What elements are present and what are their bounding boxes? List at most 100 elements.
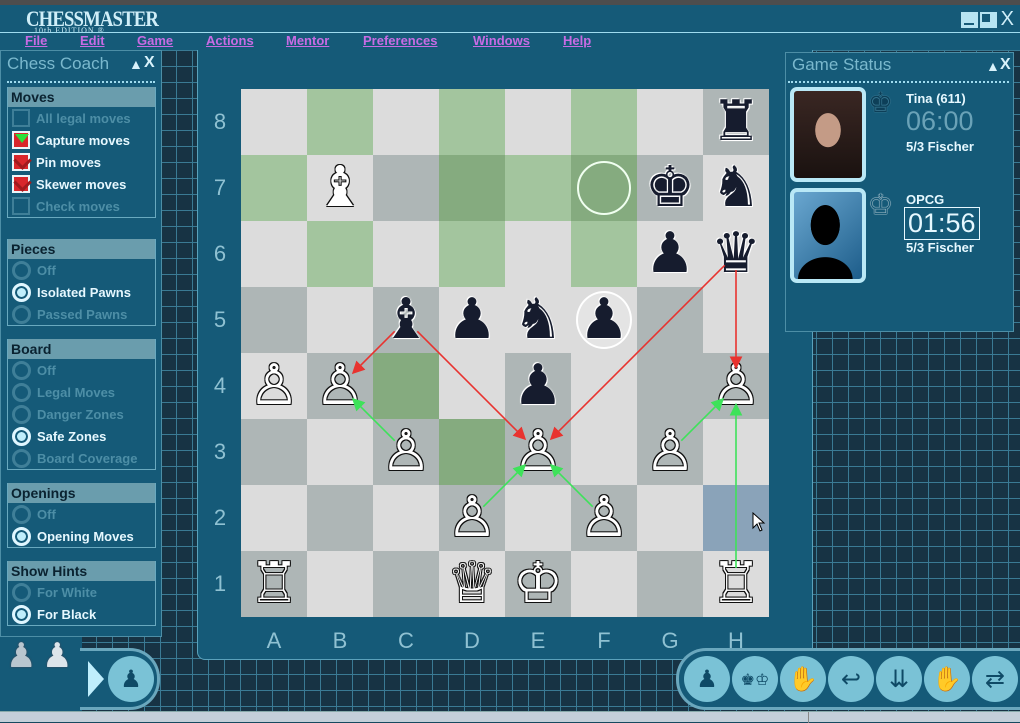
square-b2[interactable] [307, 485, 373, 551]
option-for-black[interactable]: For Black [8, 603, 155, 625]
radio[interactable] [12, 360, 31, 380]
radio[interactable] [12, 448, 31, 468]
white-piece-b4[interactable]: ♙ [307, 353, 373, 419]
black-piece-c5[interactable]: ♝ [373, 287, 439, 353]
black-piece-e5[interactable]: ♞ [505, 287, 571, 353]
take-back-all-button[interactable]: ⇊ [876, 656, 922, 702]
checkbox-checked[interactable] [12, 175, 30, 193]
option-isolated-pawns[interactable]: Isolated Pawns [8, 281, 155, 303]
radio-selected[interactable] [12, 426, 31, 446]
option-all-legal-moves[interactable]: All legal moves [8, 107, 155, 129]
white-piece-f2[interactable]: ♙ [571, 485, 637, 551]
menu-game[interactable]: Game [137, 33, 173, 48]
square-h5[interactable] [703, 287, 769, 353]
square-f6[interactable] [571, 221, 637, 287]
black-piece-h6[interactable]: ♛ [703, 221, 769, 287]
square-g5[interactable] [637, 287, 703, 353]
square-a7[interactable] [241, 155, 307, 221]
white-piece-e1[interactable]: ♔ [505, 551, 571, 617]
new-game-button[interactable]: ♟ [684, 656, 730, 702]
white-piece-a4[interactable]: ♙ [241, 353, 307, 419]
white-piece-c3[interactable]: ♙ [373, 419, 439, 485]
black-piece-h8[interactable]: ♜ [703, 89, 769, 155]
square-c7[interactable] [373, 155, 439, 221]
white-piece-d1[interactable]: ♕ [439, 551, 505, 617]
square-a8[interactable] [241, 89, 307, 155]
take-back-button[interactable]: ↩ [828, 656, 874, 702]
white-piece-b7[interactable]: ♝ [307, 155, 373, 221]
checkbox[interactable] [12, 197, 30, 215]
square-b3[interactable] [307, 419, 373, 485]
square-b5[interactable] [307, 287, 373, 353]
square-c8[interactable] [373, 89, 439, 155]
square-c6[interactable] [373, 221, 439, 287]
square-c4[interactable] [373, 353, 439, 419]
option-check-moves[interactable]: Check moves [8, 195, 155, 217]
square-a3[interactable] [241, 419, 307, 485]
black-piece-g7[interactable]: ♚ [637, 155, 703, 221]
square-c2[interactable] [373, 485, 439, 551]
option-pieces-off[interactable]: Off [8, 259, 155, 281]
square-d6[interactable] [439, 221, 505, 287]
checkbox[interactable] [12, 109, 30, 127]
option-opening-moves[interactable]: Opening Moves [8, 525, 155, 547]
square-b8[interactable] [307, 89, 373, 155]
radio[interactable] [12, 504, 31, 524]
black-piece-f5[interactable]: ♟ [571, 287, 637, 353]
expand-arrow-icon[interactable] [88, 661, 104, 697]
square-g8[interactable] [637, 89, 703, 155]
option-skewer-moves[interactable]: Skewer moves [8, 173, 155, 195]
white-piece-g3[interactable]: ♙ [637, 419, 703, 485]
black-piece-d5[interactable]: ♟ [439, 287, 505, 353]
stop-button[interactable]: ✋ [924, 656, 970, 702]
square-g4[interactable] [637, 353, 703, 419]
mentor-button[interactable]: ✋ [780, 656, 826, 702]
radio-selected[interactable] [12, 282, 31, 302]
radio[interactable] [12, 304, 31, 324]
radio-selected[interactable] [12, 604, 31, 624]
close-icon[interactable]: X [144, 54, 155, 72]
option-pin-moves[interactable]: Pin moves [8, 151, 155, 173]
square-a2[interactable] [241, 485, 307, 551]
radio[interactable] [12, 382, 31, 402]
option-legal-moves[interactable]: Legal Moves [8, 381, 155, 403]
square-b6[interactable] [307, 221, 373, 287]
white-piece-e3[interactable]: ♙ [505, 419, 571, 485]
white-piece-d2[interactable]: ♙ [439, 485, 505, 551]
square-f3[interactable] [571, 419, 637, 485]
collapse-icon[interactable]: ▲ [986, 58, 1000, 74]
square-g2[interactable] [637, 485, 703, 551]
square-f1[interactable] [571, 551, 637, 617]
radio-selected[interactable] [12, 526, 31, 546]
square-d3[interactable] [439, 419, 505, 485]
square-e6[interactable] [505, 221, 571, 287]
menu-file[interactable]: File [25, 33, 47, 48]
players-button[interactable]: ♚♔ [732, 656, 778, 702]
option-for-white[interactable]: For White [8, 581, 155, 603]
square-e7[interactable] [505, 155, 571, 221]
white-piece-h1[interactable]: ♖ [703, 551, 769, 617]
black-piece-e4[interactable]: ♟ [505, 353, 571, 419]
close-icon[interactable]: X [1001, 8, 1014, 31]
square-f4[interactable] [571, 353, 637, 419]
pawn-button[interactable]: ♟ [108, 656, 154, 702]
square-a5[interactable] [241, 287, 307, 353]
square-h3[interactable] [703, 419, 769, 485]
restore-icon[interactable] [980, 12, 997, 28]
black-piece-h7[interactable]: ♞ [703, 155, 769, 221]
square-e8[interactable] [505, 89, 571, 155]
square-c1[interactable] [373, 551, 439, 617]
option-board-coverage[interactable]: Board Coverage [8, 447, 155, 469]
menu-preferences[interactable]: Preferences [363, 33, 437, 48]
chess-board[interactable]: ♜ ♝ ♚ ♞ ♟ ♛ ♝ ♟ ♞ ♟ ♙ ♙ ♟ ♙ ♙ ♙ ♙ ♙ ♙ ♖ ♕ ♔ ♖ [241, 89, 769, 617]
white-piece-h4[interactable]: ♙ [703, 353, 769, 419]
radio[interactable] [12, 404, 31, 424]
radio[interactable] [12, 260, 31, 280]
checkbox-checked[interactable] [12, 131, 30, 149]
checkbox-checked[interactable] [12, 153, 30, 171]
option-capture-moves[interactable]: Capture moves [8, 129, 155, 151]
close-icon[interactable]: X [1000, 56, 1011, 74]
square-d8[interactable] [439, 89, 505, 155]
option-passed-pawns[interactable]: Passed Pawns [8, 303, 155, 325]
square-e2[interactable] [505, 485, 571, 551]
